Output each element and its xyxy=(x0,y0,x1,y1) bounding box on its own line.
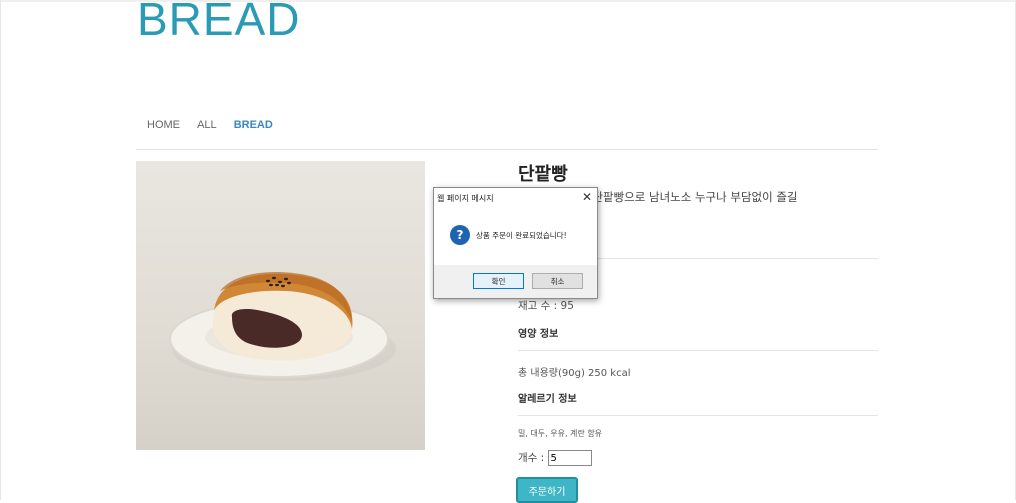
nav-bread[interactable]: BREAD xyxy=(234,119,273,131)
red-bean-bun-illustration xyxy=(169,272,396,381)
quantity-input[interactable] xyxy=(547,450,592,466)
product-image xyxy=(136,161,425,450)
cancel-button[interactable]: 취소 xyxy=(532,273,583,289)
dialog-button-area: 확인 취소 xyxy=(434,265,597,298)
window-left-border xyxy=(0,0,1,500)
quantity-label: 개수 : xyxy=(518,452,545,464)
question-icon: ? xyxy=(450,225,470,245)
main-nav: HOME ALL BREAD xyxy=(147,119,287,131)
nutrition-header: 영양 정보 xyxy=(518,329,559,340)
dialog-message: 상품 주문이 완료되었습니다! xyxy=(476,231,567,240)
message-dialog: 웹 페이지 메시지 ✕ ? 상품 주문이 완료되었습니다! 확인 취소 xyxy=(433,187,598,299)
quantity-row: 개수 : xyxy=(518,450,592,466)
product-title: 단팥빵 xyxy=(518,164,568,185)
order-button[interactable]: 주문하기 xyxy=(516,477,578,503)
stock-count: 재고 수 : 95 xyxy=(518,300,574,312)
divider xyxy=(518,415,878,416)
site-logo[interactable]: BREAD xyxy=(137,0,300,46)
nav-divider xyxy=(136,149,878,150)
allergy-header: 알레르기 정보 xyxy=(518,394,577,405)
dialog-title-bar[interactable]: 웹 페이지 메시지 ✕ xyxy=(434,188,597,208)
nav-all[interactable]: ALL xyxy=(197,119,217,131)
nav-home[interactable]: HOME xyxy=(147,119,180,131)
close-icon[interactable]: ✕ xyxy=(582,190,592,204)
confirm-button[interactable]: 확인 xyxy=(473,273,524,289)
divider xyxy=(518,350,878,351)
dialog-title: 웹 페이지 메시지 xyxy=(437,194,494,203)
allergy-text: 밀, 대두, 우유, 계란 함유 xyxy=(518,429,603,438)
nutrition-text: 총 내용량(90g) 250 kcal xyxy=(518,368,631,379)
